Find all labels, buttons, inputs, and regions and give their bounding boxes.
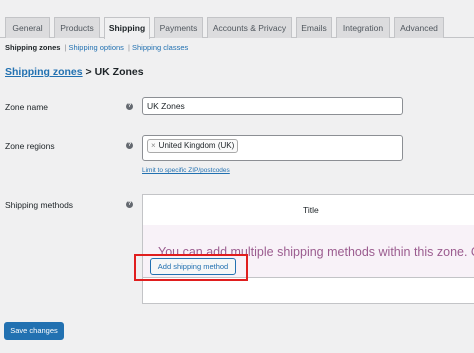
breadcrumb-shipping-zones-link[interactable]: Shipping zones: [5, 66, 83, 78]
save-changes-button[interactable]: Save changes: [4, 322, 64, 340]
region-chip-label: United Kingdom (UK): [158, 141, 235, 150]
help-icon[interactable]: ?: [126, 103, 133, 110]
shipping-subnav: Shipping zones | Shipping options | Shippi…: [5, 43, 188, 52]
shipping-methods-label: Shipping methods: [5, 200, 74, 210]
limit-postcodes-link[interactable]: Limit to specific ZIP/postcodes: [142, 167, 230, 174]
breadcrumb-separator: >: [85, 66, 92, 78]
shipping-methods-table: Title You can add multiple shipping meth…: [142, 194, 474, 304]
highlight-box: [134, 254, 248, 281]
tab-payments[interactable]: Payments: [154, 17, 203, 38]
column-title: Title: [303, 205, 319, 215]
page-title: UK Zones: [94, 66, 144, 78]
remove-region-icon[interactable]: ×: [151, 141, 156, 150]
zone-name-value: UK Zones: [147, 101, 185, 111]
subnav-separator: |: [128, 43, 130, 52]
region-chip: × United Kingdom (UK): [147, 139, 239, 153]
zone-name-label: Zone name: [5, 102, 48, 112]
zone-name-input[interactable]: UK Zones: [142, 97, 403, 115]
help-icon[interactable]: ?: [126, 142, 133, 149]
tab-products[interactable]: Products: [54, 17, 100, 38]
subnav-shipping-zones[interactable]: Shipping zones: [5, 43, 60, 52]
settings-tabs: General Products Shipping Payments Accou…: [0, 0, 474, 39]
subnav-separator: |: [64, 43, 67, 52]
tab-integration[interactable]: Integration: [336, 17, 390, 38]
subnav-shipping-classes[interactable]: Shipping classes: [132, 43, 188, 52]
tab-emails[interactable]: Emails: [296, 17, 332, 38]
breadcrumb: Shipping zones > UK Zones: [5, 66, 144, 78]
tab-advanced[interactable]: Advanced: [394, 17, 444, 38]
tab-general[interactable]: General: [5, 17, 50, 38]
zone-regions-label: Zone regions: [5, 141, 55, 151]
tab-accounts-privacy[interactable]: Accounts & Privacy: [207, 17, 292, 38]
subnav-shipping-options[interactable]: Shipping options: [68, 43, 123, 52]
tab-shipping[interactable]: Shipping: [104, 17, 150, 39]
table-header: Title: [143, 195, 474, 226]
help-icon[interactable]: ?: [126, 201, 133, 208]
zone-regions-select[interactable]: × United Kingdom (UK): [142, 135, 403, 161]
